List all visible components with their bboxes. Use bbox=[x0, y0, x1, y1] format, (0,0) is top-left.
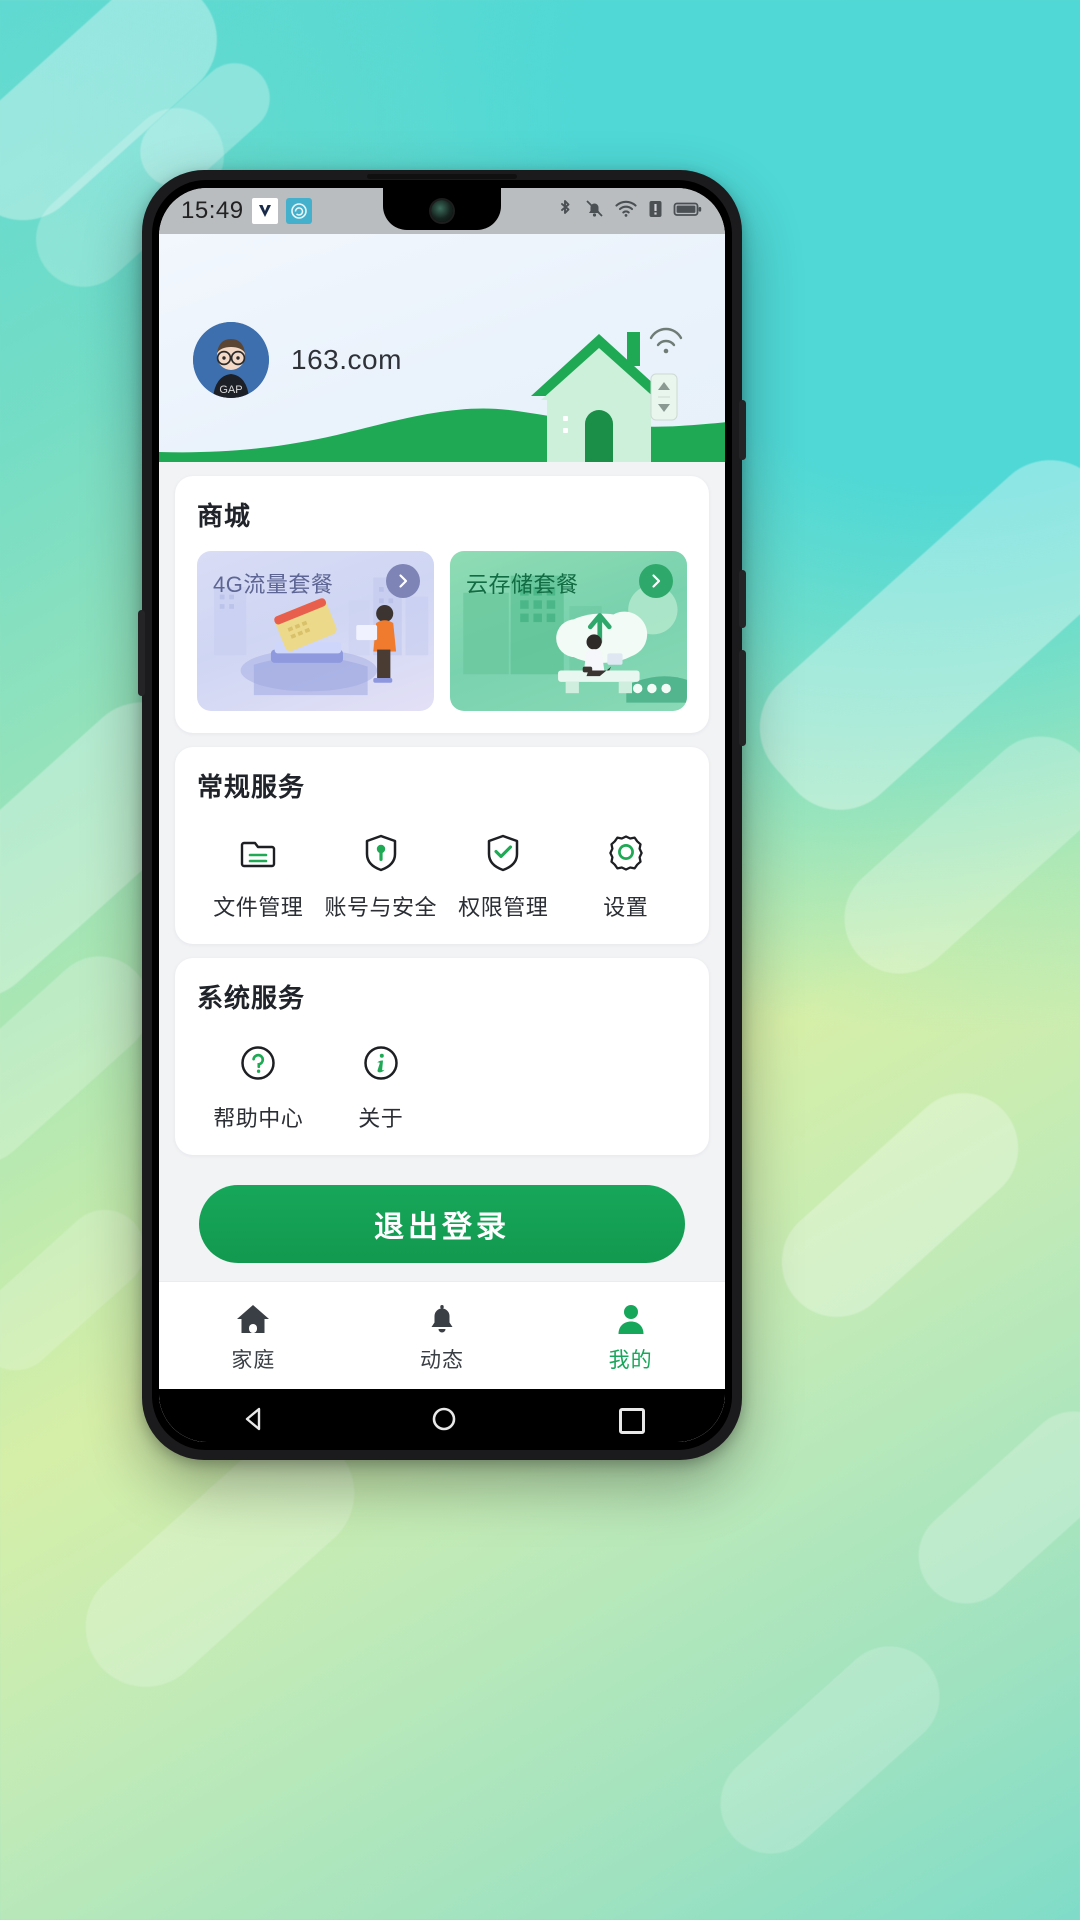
avatar[interactable]: GAP bbox=[193, 322, 269, 398]
general-services-title: 常规服务 bbox=[197, 772, 306, 802]
service-item-label: 权限管理 bbox=[458, 895, 549, 920]
square-recents-icon[interactable] bbox=[619, 1408, 645, 1434]
side-button-top[interactable] bbox=[739, 400, 746, 460]
power-button[interactable] bbox=[739, 650, 746, 746]
system-services-title: 系统服务 bbox=[197, 983, 306, 1013]
android-nav-bar bbox=[159, 1389, 725, 1442]
tab-activity[interactable]: 动态 bbox=[348, 1282, 537, 1389]
service-item-help-center[interactable]: 帮助中心 bbox=[197, 1041, 320, 1133]
general-services-grid: 文件管理 账号与安全 权限管理 设置 bbox=[197, 830, 687, 922]
side-button-mid[interactable] bbox=[739, 570, 746, 628]
username-label: 163.com bbox=[291, 344, 402, 375]
shield-check-icon bbox=[482, 830, 524, 874]
person-icon bbox=[614, 1298, 648, 1336]
user-info[interactable]: GAP 163.com bbox=[193, 322, 402, 398]
service-item-settings[interactable]: 设置 bbox=[565, 830, 688, 922]
mute-bell-icon bbox=[584, 197, 605, 226]
status-time: 15:49 bbox=[181, 197, 244, 224]
general-services-card: 常规服务 文件管理 账号与安全 权限管理 设置 bbox=[175, 747, 709, 944]
gear-icon bbox=[605, 830, 647, 874]
volume-button[interactable] bbox=[138, 610, 145, 696]
service-item-label: 关于 bbox=[358, 1106, 404, 1131]
chevron-right-icon[interactable] bbox=[639, 564, 673, 598]
green-house-illustration bbox=[531, 327, 683, 462]
logout-container: 退出登录 bbox=[159, 1155, 725, 1281]
cloud-sync-icon bbox=[285, 198, 312, 224]
profile-page: GAP 163.com 商城 4G流量套餐 云存储套餐 常规服务 文件管理 账号… bbox=[159, 234, 725, 1442]
circle-home-icon[interactable] bbox=[429, 1404, 459, 1439]
service-item-label: 帮助中心 bbox=[213, 1106, 304, 1131]
wallpaper-streak bbox=[899, 1391, 1080, 1624]
status-bar-right bbox=[555, 188, 703, 234]
wallpaper-streak bbox=[699, 1625, 961, 1875]
mall-item-4g-data-plan[interactable]: 4G流量套餐 bbox=[197, 551, 434, 711]
system-services-grid: 帮助中心 关于 bbox=[197, 1041, 687, 1133]
service-item-label: 账号与安全 bbox=[324, 895, 437, 920]
tab-profile[interactable]: 我的 bbox=[536, 1282, 725, 1389]
tab-label: 动态 bbox=[420, 1348, 464, 1372]
front-camera-icon bbox=[431, 200, 453, 222]
wallpaper-streak bbox=[0, 1193, 162, 1387]
v-app-icon bbox=[251, 198, 278, 224]
status-bar: 15:49 bbox=[159, 188, 725, 234]
tab-label: 家庭 bbox=[231, 1348, 276, 1372]
wallpaper-streak bbox=[759, 1070, 1041, 1340]
bell-icon bbox=[425, 1298, 459, 1336]
camera-notch bbox=[383, 188, 501, 230]
home-icon bbox=[234, 1298, 272, 1336]
status-bar-left: 15:49 bbox=[181, 197, 312, 225]
profile-header: GAP 163.com bbox=[159, 234, 725, 462]
system-services-card: 系统服务 帮助中心 关于 bbox=[175, 958, 709, 1155]
bottom-tab-bar: 家庭 动态 我的 bbox=[159, 1281, 725, 1389]
question-circle-icon bbox=[237, 1041, 279, 1085]
service-item-about[interactable]: 关于 bbox=[320, 1041, 443, 1133]
system-services-spacer bbox=[442, 1041, 565, 1133]
wifi-icon bbox=[614, 197, 638, 226]
logout-button[interactable]: 退出登录 bbox=[199, 1185, 685, 1263]
svg-text:GAP: GAP bbox=[219, 384, 242, 396]
service-item-label: 设置 bbox=[603, 895, 649, 920]
mall-card-title: 商城 bbox=[197, 501, 252, 531]
tab-label: 我的 bbox=[608, 1348, 653, 1372]
mall-item-label: 4G流量套餐 bbox=[213, 572, 334, 597]
mall-card: 商城 4G流量套餐 云存储套餐 bbox=[175, 476, 709, 733]
folder-icon bbox=[237, 830, 279, 874]
mall-item-cloud-storage-plan[interactable]: 云存储套餐 bbox=[450, 551, 687, 711]
earpiece-speaker bbox=[367, 174, 517, 179]
phone-bezel: 15:49 GAP 163.com 商城 4G流量套餐 云存储套餐 常规服务 文… bbox=[152, 174, 732, 1450]
chevron-right-icon[interactable] bbox=[386, 564, 420, 598]
mall-items-row: 4G流量套餐 云存储套餐 bbox=[197, 551, 687, 711]
mall-item-label: 云存储套餐 bbox=[466, 572, 579, 597]
phone-device-frame: 15:49 GAP 163.com 商城 4G流量套餐 云存储套餐 常规服务 文… bbox=[138, 170, 746, 1460]
battery-icon bbox=[673, 197, 703, 226]
info-circle-icon bbox=[360, 1041, 402, 1085]
service-item-permission-management[interactable]: 权限管理 bbox=[442, 830, 565, 922]
system-services-spacer bbox=[565, 1041, 688, 1133]
service-item-file-management[interactable]: 文件管理 bbox=[197, 830, 320, 922]
tab-home[interactable]: 家庭 bbox=[159, 1282, 348, 1389]
triangle-back-icon[interactable] bbox=[239, 1404, 269, 1439]
phone-screen: 15:49 GAP 163.com 商城 4G流量套餐 云存储套餐 常规服务 文… bbox=[159, 188, 725, 1442]
service-item-account-security[interactable]: 账号与安全 bbox=[320, 830, 443, 922]
sim-alert-icon bbox=[647, 197, 664, 226]
shield-key-icon bbox=[360, 830, 402, 874]
service-item-label: 文件管理 bbox=[213, 895, 304, 920]
bluetooth-icon bbox=[555, 197, 575, 226]
